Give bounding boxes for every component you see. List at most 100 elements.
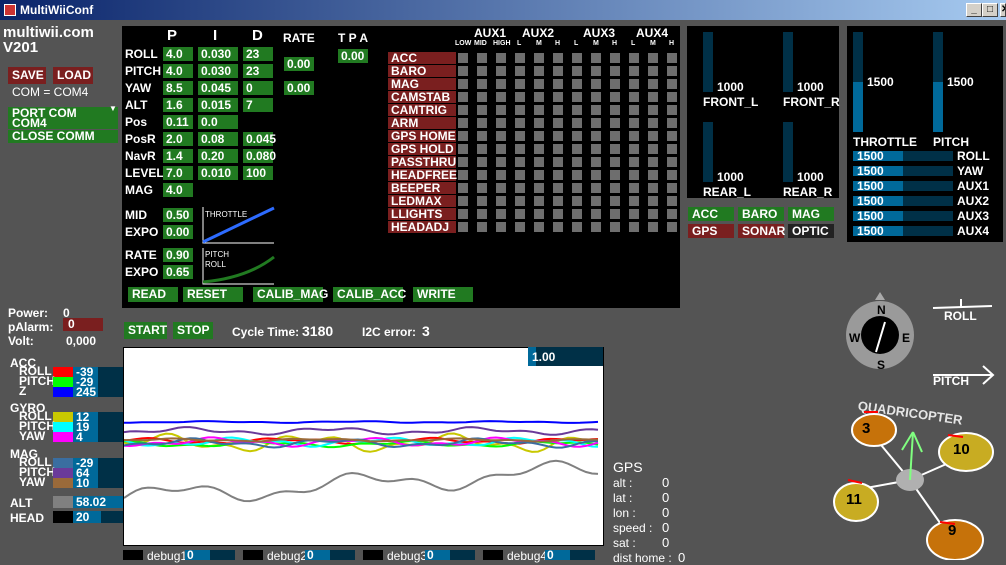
aux-checkbox[interactable]: [496, 131, 506, 141]
aux-checkbox[interactable]: [515, 196, 525, 206]
aux-checkbox[interactable]: [629, 66, 639, 76]
aux-checkbox[interactable]: [629, 196, 639, 206]
aux-checkbox[interactable]: [572, 196, 582, 206]
pid-pitch-d-field[interactable]: 23: [243, 64, 273, 78]
pid-yaw-p-field[interactable]: 8.5: [163, 81, 193, 95]
aux-checkbox[interactable]: [667, 222, 677, 232]
pid-pos-i-field[interactable]: 0.0: [198, 115, 238, 129]
aux-checkbox[interactable]: [610, 196, 620, 206]
save-button[interactable]: SAVE: [8, 67, 46, 84]
aux-checkbox[interactable]: [591, 66, 601, 76]
rate-yaw-field[interactable]: 0.00: [284, 81, 314, 95]
aux-checkbox[interactable]: [648, 144, 658, 154]
aux-checkbox[interactable]: [458, 53, 468, 63]
aux-checkbox[interactable]: [667, 196, 677, 206]
pid-alt-d-field[interactable]: 7: [243, 98, 273, 112]
minimize-button[interactable]: _: [966, 3, 982, 17]
aux-checkbox[interactable]: [667, 66, 677, 76]
aux-checkbox[interactable]: [591, 118, 601, 128]
graph-scale-slider[interactable]: 1.00: [528, 347, 603, 366]
aux-checkbox[interactable]: [629, 170, 639, 180]
aux-checkbox[interactable]: [667, 209, 677, 219]
aux-checkbox[interactable]: [534, 222, 544, 232]
aux-checkbox[interactable]: [515, 79, 525, 89]
aux-checkbox[interactable]: [572, 222, 582, 232]
aux-checkbox[interactable]: [610, 209, 620, 219]
aux-checkbox[interactable]: [553, 196, 563, 206]
aux-checkbox[interactable]: [477, 196, 487, 206]
aux-checkbox[interactable]: [591, 144, 601, 154]
aux-checkbox[interactable]: [629, 92, 639, 102]
pid-posr-d-field[interactable]: 0.045: [243, 132, 276, 146]
aux-checkbox[interactable]: [572, 66, 582, 76]
aux-checkbox[interactable]: [458, 196, 468, 206]
aux-checkbox[interactable]: [477, 118, 487, 128]
aux-checkbox[interactable]: [610, 118, 620, 128]
aux-checkbox[interactable]: [496, 53, 506, 63]
aux-checkbox[interactable]: [648, 118, 658, 128]
aux-checkbox[interactable]: [496, 92, 506, 102]
tpa-field[interactable]: 0.00: [338, 49, 368, 63]
pid-navr-d-field[interactable]: 0.080: [243, 149, 276, 163]
aux-checkbox[interactable]: [648, 222, 658, 232]
aux-checkbox[interactable]: [572, 92, 582, 102]
load-button[interactable]: LOAD: [53, 67, 93, 84]
aux-checkbox[interactable]: [515, 118, 525, 128]
aux-checkbox[interactable]: [458, 209, 468, 219]
aux-checkbox[interactable]: [572, 105, 582, 115]
aux-checkbox[interactable]: [496, 209, 506, 219]
aux-checkbox[interactable]: [629, 222, 639, 232]
aux-checkbox[interactable]: [572, 144, 582, 154]
aux-checkbox[interactable]: [648, 79, 658, 89]
pid-level-p-field[interactable]: 7.0: [163, 166, 193, 180]
aux-checkbox[interactable]: [534, 53, 544, 63]
pid-navr-i-field[interactable]: 0.20: [198, 149, 238, 163]
aux-checkbox[interactable]: [477, 79, 487, 89]
aux-checkbox[interactable]: [667, 79, 677, 89]
aux-checkbox[interactable]: [553, 118, 563, 128]
aux-checkbox[interactable]: [572, 118, 582, 128]
start-button[interactable]: START: [124, 322, 167, 339]
aux-checkbox[interactable]: [591, 157, 601, 167]
aux-checkbox[interactable]: [667, 131, 677, 141]
aux-checkbox[interactable]: [591, 209, 601, 219]
aux-checkbox[interactable]: [496, 157, 506, 167]
aux-checkbox[interactable]: [610, 92, 620, 102]
rc-rate-field[interactable]: 0.90: [163, 248, 193, 262]
aux-checkbox[interactable]: [477, 53, 487, 63]
aux-checkbox[interactable]: [629, 105, 639, 115]
aux-checkbox[interactable]: [515, 92, 525, 102]
aux-checkbox[interactable]: [629, 209, 639, 219]
aux-checkbox[interactable]: [610, 222, 620, 232]
aux-checkbox[interactable]: [553, 79, 563, 89]
aux-checkbox[interactable]: [572, 53, 582, 63]
aux-checkbox[interactable]: [553, 170, 563, 180]
aux-checkbox[interactable]: [496, 144, 506, 154]
pid-alt-i-field[interactable]: 0.015: [198, 98, 238, 112]
aux-checkbox[interactable]: [477, 157, 487, 167]
aux-checkbox[interactable]: [553, 222, 563, 232]
palarm-field[interactable]: 0: [63, 318, 103, 331]
aux-checkbox[interactable]: [629, 118, 639, 128]
aux-checkbox[interactable]: [648, 183, 658, 193]
aux-checkbox[interactable]: [534, 183, 544, 193]
aux-checkbox[interactable]: [458, 170, 468, 180]
pid-alt-p-field[interactable]: 1.6: [163, 98, 193, 112]
aux-checkbox[interactable]: [458, 144, 468, 154]
aux-checkbox[interactable]: [591, 53, 601, 63]
aux-checkbox[interactable]: [629, 53, 639, 63]
aux-checkbox[interactable]: [496, 196, 506, 206]
aux-checkbox[interactable]: [534, 170, 544, 180]
aux-checkbox[interactable]: [629, 144, 639, 154]
aux-checkbox[interactable]: [553, 157, 563, 167]
pid-level-d-field[interactable]: 100: [243, 166, 273, 180]
aux-checkbox[interactable]: [458, 222, 468, 232]
calib-mag-button[interactable]: CALIB_MAG: [253, 287, 328, 302]
write-button[interactable]: WRITE: [413, 287, 473, 302]
aux-checkbox[interactable]: [610, 105, 620, 115]
aux-checkbox[interactable]: [458, 157, 468, 167]
pid-yaw-d-field[interactable]: 0: [243, 81, 273, 95]
aux-checkbox[interactable]: [458, 183, 468, 193]
aux-checkbox[interactable]: [667, 118, 677, 128]
aux-checkbox[interactable]: [515, 66, 525, 76]
